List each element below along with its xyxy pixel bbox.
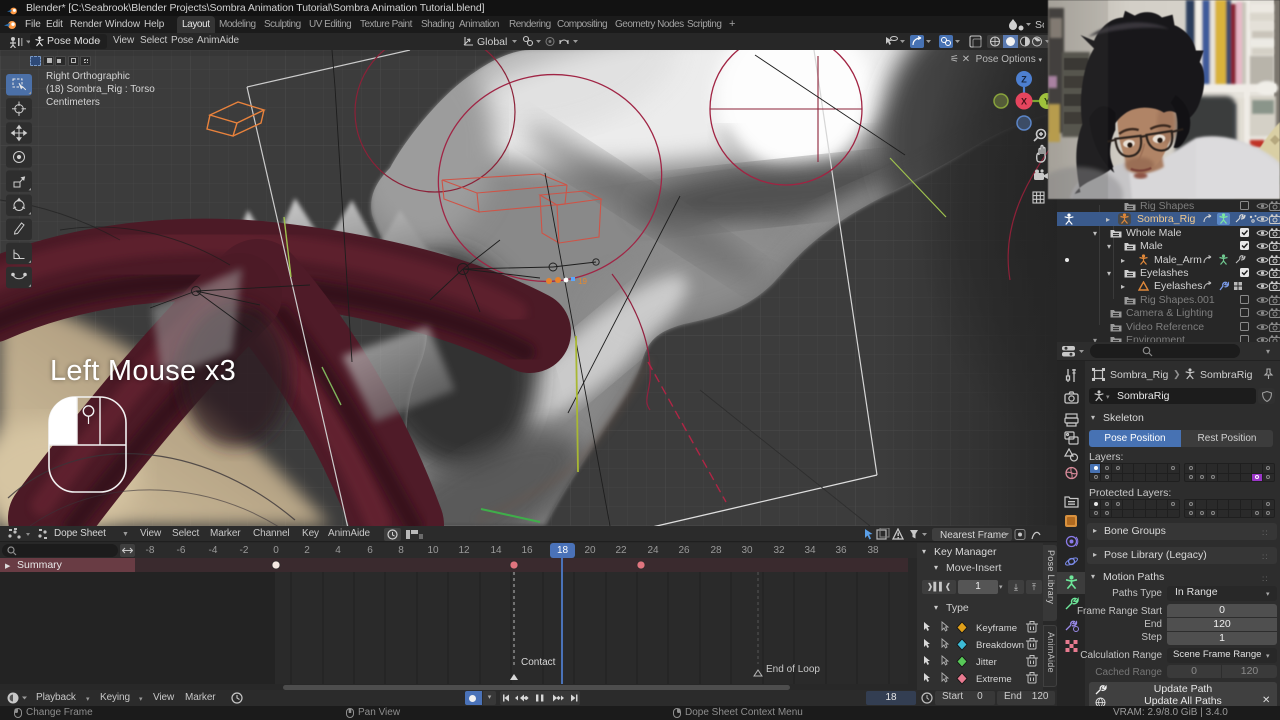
svg-text:Global: Global [477, 36, 507, 48]
svg-text:19: 19 [578, 277, 587, 286]
svg-text:Extreme: Extreme [976, 674, 1012, 685]
svg-text:Keyframe: Keyframe [976, 623, 1017, 634]
svg-text:Breakdown: Breakdown [976, 640, 1024, 651]
svg-text:X: X [1021, 97, 1027, 107]
svg-text:Jitter: Jitter [976, 657, 998, 668]
svg-text:Nearest Frame: Nearest Frame [940, 530, 1007, 541]
svg-text:Sc: Sc [1035, 19, 1044, 31]
svg-text:Z: Z [1021, 75, 1027, 85]
